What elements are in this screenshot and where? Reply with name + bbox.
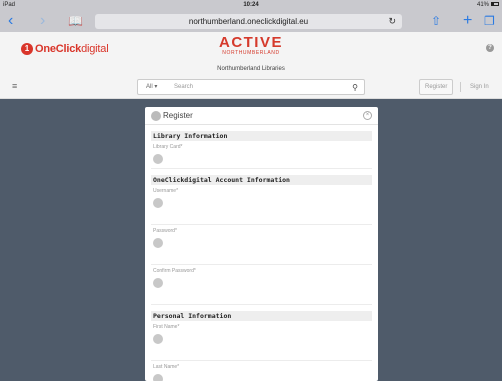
field-icon — [153, 154, 163, 164]
section-title: Library Information — [151, 131, 372, 141]
ios-status-bar: iPad 10:24 41% — [0, 0, 502, 10]
back-icon[interactable]: ‹ — [8, 12, 13, 30]
field-label: Last Name* — [153, 364, 180, 370]
active-northumberland-brand: ACTIVE NORTHUMBERLAND — [0, 35, 502, 56]
battery-indicator: 41% — [477, 0, 499, 10]
field-label: First Name* — [153, 324, 180, 330]
url-text: northumberland.oneclickdigital.eu — [188, 17, 309, 26]
battery-icon — [491, 2, 499, 7]
sign-in-link[interactable]: Sign In — [470, 79, 489, 95]
site-header: 1 OneClickdigital ACTIVE NORTHUMBERLAND … — [0, 32, 502, 76]
confirm-password-field[interactable]: Confirm Password* — [151, 265, 372, 305]
password-field[interactable]: Password* — [151, 225, 372, 265]
field-icon — [153, 198, 163, 208]
modal-title: Register — [163, 111, 193, 120]
section-account-information: OneClickdigital Account Information User… — [151, 175, 372, 305]
search-row: ≡ All ▾ Search ⚲ Register Sign In — [0, 76, 502, 99]
field-label: Password* — [153, 228, 177, 234]
last-name-field[interactable]: Last Name* — [151, 361, 372, 381]
modal-header: Register × — [145, 107, 378, 125]
brand-subtitle: NORTHUMBERLAND — [222, 50, 280, 56]
field-label: Confirm Password* — [153, 268, 196, 274]
clock: 10:24 — [243, 2, 259, 8]
browser-toolbar: ‹ › 📖 northumberland.oneclickdigital.eu … — [0, 10, 502, 32]
reload-icon[interactable]: ↻ — [388, 14, 396, 29]
search-scope-label: All — [146, 84, 153, 90]
brand-title: ACTIVE — [218, 34, 283, 51]
field-icon — [153, 238, 163, 248]
share-icon[interactable]: ⇧ — [431, 12, 441, 30]
search-icon[interactable]: ⚲ — [352, 80, 358, 95]
section-personal-information: Personal Information First Name* Last Na… — [151, 311, 372, 381]
first-name-field[interactable]: First Name* — [151, 321, 372, 361]
field-label: Username* — [153, 188, 179, 194]
username-field[interactable]: Username* — [151, 185, 372, 225]
forward-icon[interactable]: › — [40, 12, 45, 30]
field-icon — [153, 374, 163, 381]
auth-divider — [460, 82, 461, 92]
section-title: OneClickdigital Account Information — [151, 175, 372, 185]
section-title: Personal Information — [151, 311, 372, 321]
new-tab-icon[interactable]: + — [463, 12, 472, 30]
register-button[interactable]: Register — [419, 79, 454, 95]
bookmarks-icon[interactable]: 📖 — [68, 12, 83, 30]
section-library-information: Library Information Library Card* — [151, 131, 372, 169]
address-bar[interactable]: northumberland.oneclickdigital.eu ↻ — [95, 14, 402, 29]
library-card-field[interactable]: Library Card* — [151, 141, 372, 169]
register-modal: Register × Library Information Library C… — [145, 107, 378, 381]
close-icon[interactable]: × — [363, 111, 372, 120]
tabs-icon[interactable]: ❐ — [484, 12, 495, 30]
field-icon — [153, 278, 163, 288]
search-bar[interactable]: All ▾ Search ⚲ — [137, 79, 365, 95]
menu-icon[interactable]: ≡ — [12, 81, 17, 91]
field-icon — [153, 334, 163, 344]
battery-percent: 41% — [476, 2, 489, 8]
help-icon[interactable]: ? — [486, 44, 494, 52]
field-label: Library Card* — [153, 144, 183, 150]
search-input[interactable]: Search — [174, 80, 193, 95]
library-name: Northumberland Libraries — [217, 66, 285, 72]
search-scope-dropdown[interactable]: All ▾ — [146, 80, 157, 95]
user-icon — [151, 111, 161, 121]
